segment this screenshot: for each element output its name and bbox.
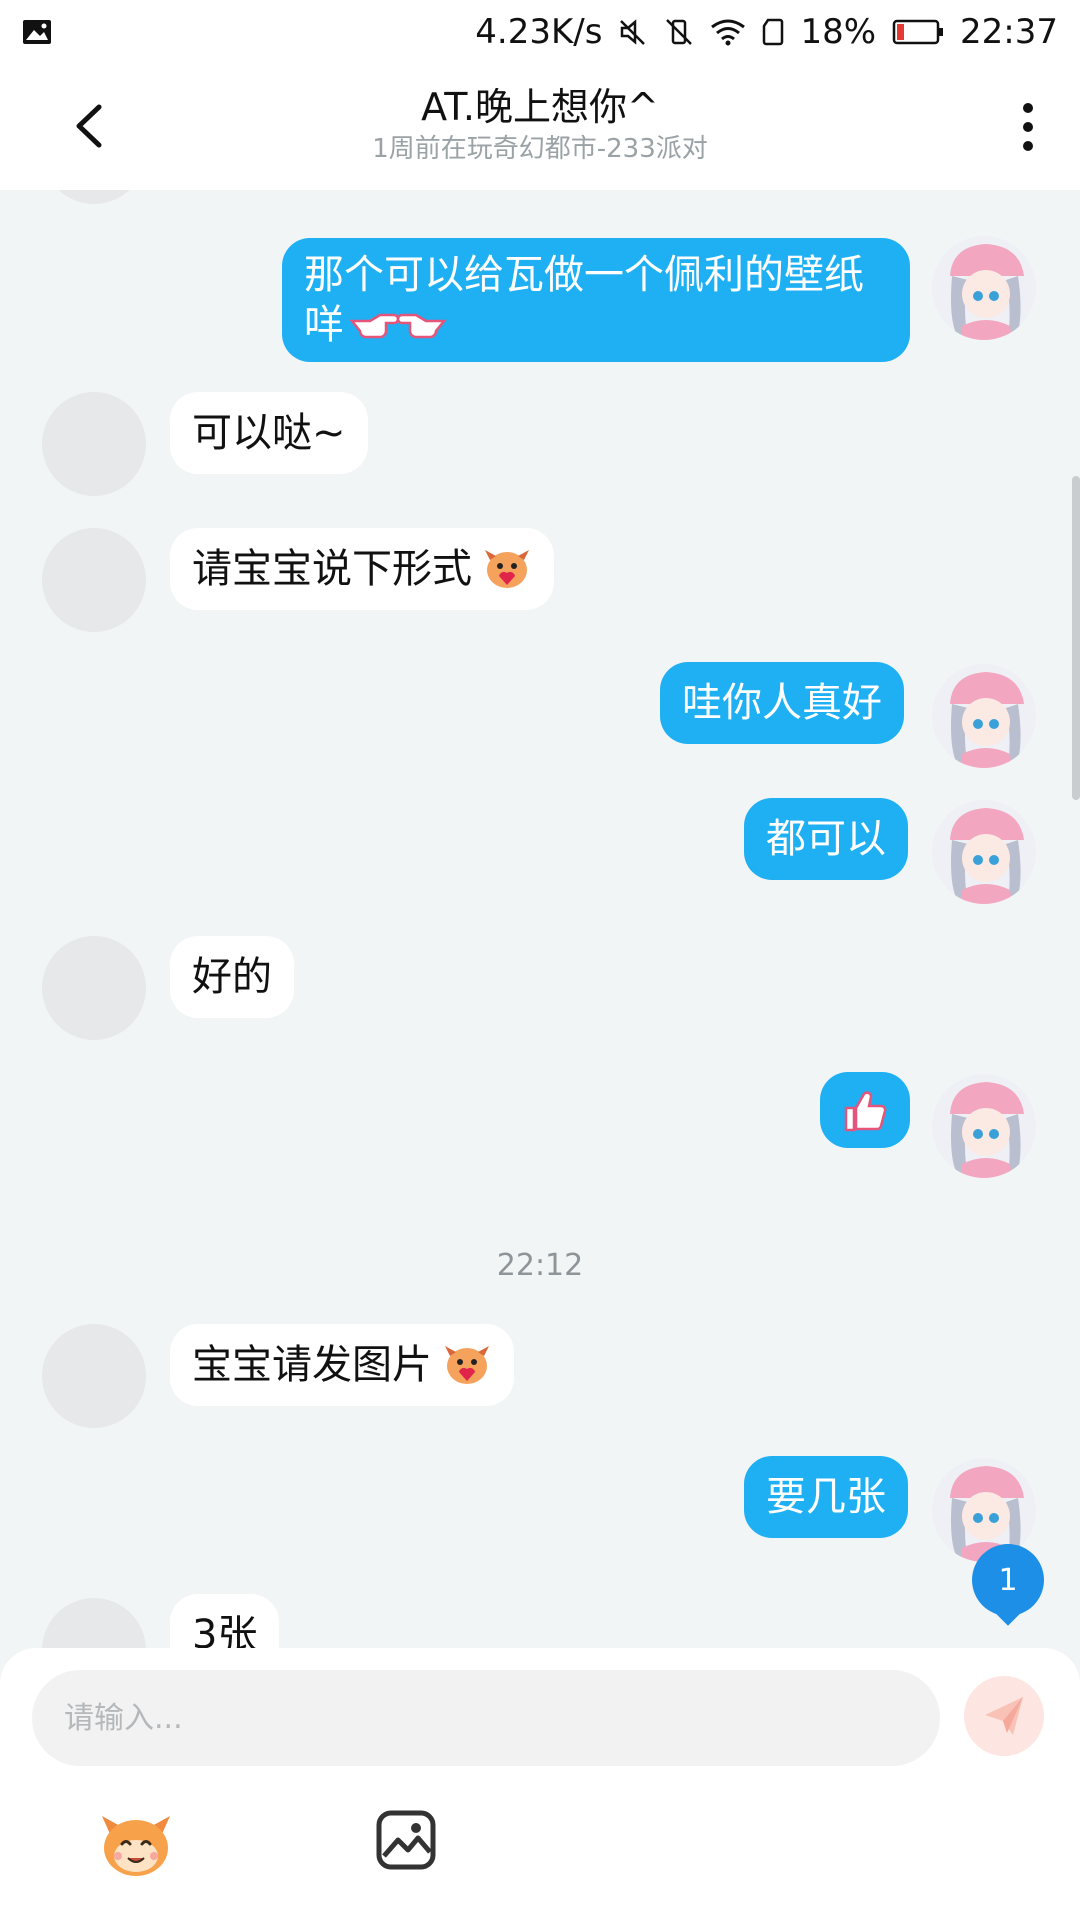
pointing-hands-emoji-icon	[348, 307, 448, 343]
message-bubble-in[interactable]: 宝宝请发图片	[170, 1324, 514, 1406]
avatar[interactable]	[42, 528, 146, 632]
message-text: 好的	[192, 954, 272, 1000]
status-bar: 4.23K/s 18% 22:37	[0, 0, 1080, 64]
thumbs-up-sticker-icon	[844, 1091, 887, 1132]
send-icon	[985, 1697, 1023, 1735]
gallery-notification-icon	[22, 19, 52, 45]
avatar[interactable]	[42, 190, 146, 204]
sticker-heart-emoji-icon	[442, 1342, 492, 1388]
message-text: 要几张	[766, 1474, 886, 1520]
avatar-self[interactable]	[932, 1074, 1036, 1178]
message-bubble-out[interactable]: 都可以	[744, 798, 908, 880]
avatar[interactable]	[42, 936, 146, 1040]
network-speed: 4.23K/s	[475, 12, 603, 52]
emoji-icon	[102, 1816, 170, 1876]
message-input[interactable]	[32, 1670, 940, 1766]
mute-icon	[618, 17, 648, 47]
battery-percent: 18%	[800, 12, 877, 52]
chat-header: AT.晚上想你^ 1周前在玩奇幻都市-233派对	[0, 64, 1080, 190]
avatar-self[interactable]	[932, 664, 1036, 768]
back-button[interactable]	[58, 94, 118, 158]
avatar[interactable]	[42, 1324, 146, 1428]
message-bubble-in[interactable]: 可以哒~	[170, 392, 368, 474]
message-text: 都可以	[766, 816, 886, 862]
chat-screen: 4.23K/s 18% 22:37 AT.晚上想你^ 1周前在玩奇幻都市-233…	[0, 0, 1080, 1920]
message-text: 宝宝请发图片	[192, 1342, 432, 1388]
avatar[interactable]	[42, 392, 146, 496]
unread-count-badge[interactable]: 1	[972, 1544, 1044, 1616]
more-vertical-icon	[1023, 103, 1033, 151]
message-text: 那个可以给瓦做一个佩利的壁纸	[304, 252, 864, 298]
unread-count: 1	[998, 1562, 1018, 1598]
avatar[interactable]	[42, 1598, 146, 1652]
vibrate-off-icon	[664, 17, 694, 47]
message-text: 请宝宝说下形式	[192, 546, 472, 592]
message-bubble-in[interactable]: 3张	[170, 1594, 280, 1652]
scrollbar[interactable]	[1072, 476, 1080, 800]
message-bubble-out[interactable]	[820, 1072, 910, 1148]
avatar-self[interactable]	[932, 800, 1036, 904]
send-button[interactable]	[964, 1676, 1044, 1756]
message-bubble-out[interactable]: 那个可以给瓦做一个佩利的壁纸 咩	[282, 238, 910, 362]
sim-icon	[762, 18, 784, 46]
image-picker-button[interactable]	[374, 1808, 438, 1872]
clock: 22:37	[960, 12, 1058, 52]
more-options-button[interactable]	[1008, 92, 1048, 162]
image-icon	[376, 1810, 436, 1870]
message-text: 3张	[192, 1612, 258, 1652]
message-bubble-in[interactable]: 好的	[170, 936, 294, 1018]
message-text: 哇你人真好	[682, 680, 882, 726]
message-timestamp: 22:12	[496, 1248, 584, 1283]
contact-name: AT.晚上想你^	[421, 85, 659, 129]
chevron-left-icon	[76, 104, 102, 148]
message-bubble-out[interactable]: 哇你人真好	[660, 662, 904, 744]
battery-icon	[892, 18, 944, 46]
message-bubble-out[interactable]: 要几张	[744, 1456, 908, 1538]
input-panel	[0, 1648, 1080, 1920]
avatar-self[interactable]	[932, 236, 1036, 340]
message-bubble-in[interactable]: 请宝宝说下形式	[170, 528, 554, 610]
message-list[interactable]: 那个可以给瓦做一个佩利的壁纸 咩 可以哒~ 请宝宝说下形式 哇你人真好 都可以 …	[0, 190, 1080, 1652]
wifi-icon	[710, 18, 746, 46]
contact-status: 1周前在玩奇幻都市-233派对	[372, 134, 708, 164]
header-title-group: AT.晚上想你^ 1周前在玩奇幻都市-233派对	[200, 82, 880, 166]
message-text: 可以哒~	[192, 410, 346, 456]
emoji-button[interactable]	[96, 1804, 176, 1884]
sticker-heart-emoji-icon	[482, 546, 532, 592]
message-text-line2: 咩	[304, 302, 344, 348]
